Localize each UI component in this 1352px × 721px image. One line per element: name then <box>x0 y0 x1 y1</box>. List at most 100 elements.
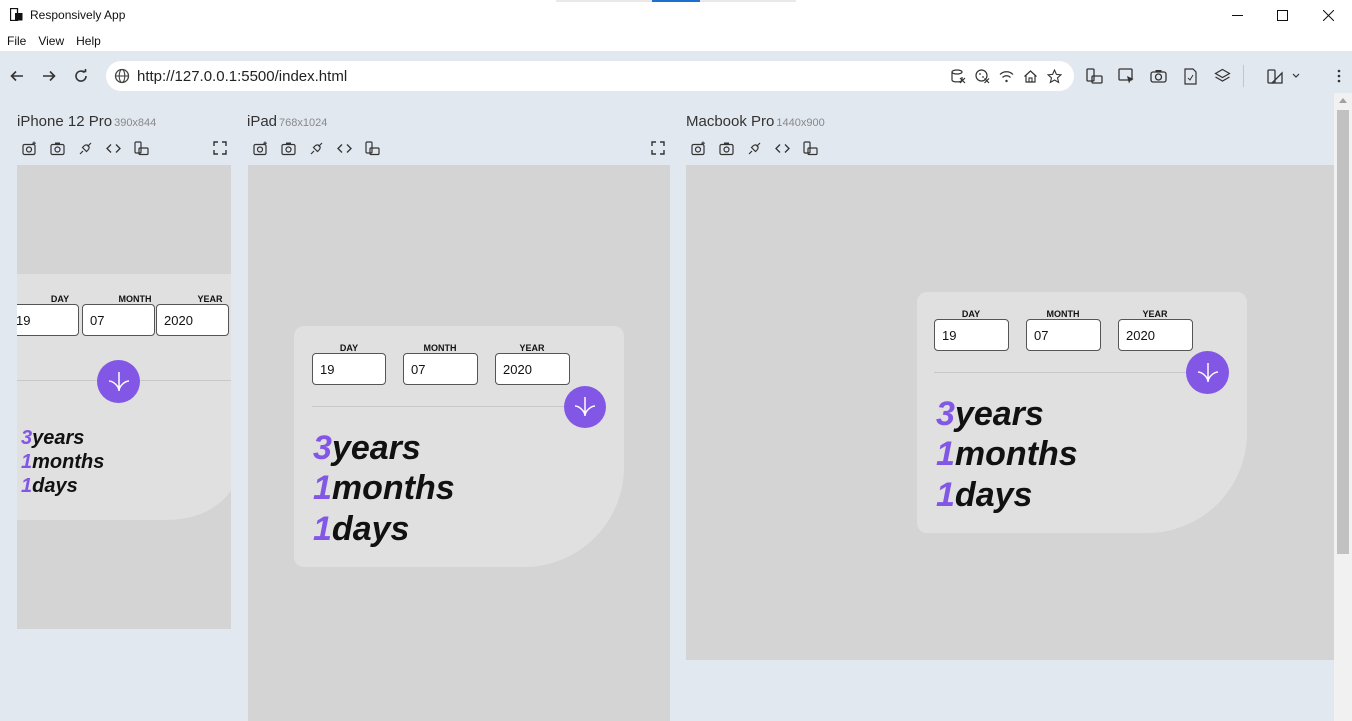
ipad-viewport[interactable]: DAY MONTH YEAR 19 07 2020 3years 1months… <box>248 165 670 721</box>
document-icon <box>1183 67 1197 85</box>
minimize-button[interactable] <box>1214 0 1260 31</box>
macbook-screenshot-button[interactable] <box>690 140 706 156</box>
year-input[interactable]: 2020 <box>495 353 570 385</box>
maximize-button[interactable] <box>1259 0 1305 31</box>
address-bar[interactable]: http://127.0.0.1:5500/index.html <box>106 61 1074 91</box>
device-name: iPad <box>247 113 278 130</box>
days-unit: days <box>32 475 78 497</box>
days-unit: days <box>954 476 1033 514</box>
minimize-icon <box>1231 15 1243 16</box>
layout-menu-button[interactable] <box>1266 67 1302 85</box>
days-value: 1 <box>21 475 33 497</box>
url-text[interactable]: http://127.0.0.1:5500/index.html <box>137 68 347 85</box>
months-value: 1 <box>21 451 33 473</box>
ipad-capture-button[interactable] <box>280 140 296 156</box>
camera-icon <box>718 142 734 155</box>
more-menu-button[interactable] <box>1330 67 1348 85</box>
layers-icon <box>1213 68 1231 82</box>
device-title-iphone: iPhone 12 Pro 390x844 <box>17 113 156 130</box>
divider <box>312 406 572 407</box>
macbook-capture-button[interactable] <box>718 140 734 156</box>
globe-icon <box>114 68 130 84</box>
months-value: 1 <box>936 435 955 473</box>
menu-help[interactable]: Help <box>76 34 101 48</box>
database-clear-icon <box>950 68 965 83</box>
macbook-devtools-button[interactable] <box>774 140 790 156</box>
years-unit: years <box>954 395 1044 433</box>
year-input[interactable]: 2020 <box>1118 319 1193 351</box>
year-label: YEAR <box>197 294 223 304</box>
screenshot-all-button[interactable] <box>1149 67 1167 85</box>
submit-button[interactable] <box>1186 351 1229 394</box>
window-title: Responsively App <box>30 8 126 22</box>
submit-button[interactable] <box>97 360 140 403</box>
close-button[interactable] <box>1305 0 1351 31</box>
arrow-down-icon <box>1197 362 1218 382</box>
ipad-devtools-button[interactable] <box>336 140 352 156</box>
forward-button[interactable] <box>40 67 58 85</box>
year-label: YEAR <box>1142 309 1168 319</box>
submit-button[interactable] <box>564 386 606 428</box>
scroll-up-arrow-icon[interactable] <box>1339 97 1347 103</box>
iphone-fullscreen-button[interactable] <box>212 140 228 156</box>
home-button[interactable] <box>1022 68 1038 84</box>
ipad-throttle-button[interactable] <box>308 140 324 156</box>
macbook-viewport[interactable]: DAY MONTH YEAR 19 07 2020 3years 1months… <box>686 165 1334 660</box>
rotate-device-icon <box>1085 67 1103 84</box>
layers-button[interactable] <box>1213 67 1231 85</box>
inspect-element-button[interactable] <box>1117 67 1135 85</box>
bookmark-button[interactable] <box>1046 68 1062 84</box>
network-button[interactable] <box>998 68 1014 84</box>
device-name: Macbook Pro <box>686 113 775 130</box>
result-months: 1months <box>21 450 104 474</box>
camera-plus-icon <box>252 141 267 155</box>
months-value: 1 <box>313 469 332 507</box>
iphone-throttle-button[interactable] <box>77 140 93 156</box>
year-label: YEAR <box>519 343 545 353</box>
ipad-fullscreen-button[interactable] <box>650 140 666 156</box>
scrollbar-thumb[interactable] <box>1337 110 1349 554</box>
iphone-rotate-button[interactable] <box>133 140 149 156</box>
iphone-screenshot-button[interactable] <box>21 140 37 156</box>
preview-document-button[interactable] <box>1181 67 1199 85</box>
month-input[interactable]: 07 <box>82 304 155 336</box>
camera-icon <box>49 142 65 155</box>
ipad-rotate-button[interactable] <box>364 140 380 156</box>
age-calculator-card: DAY MONTH YEAR 19 07 2020 3years 1months… <box>294 326 624 567</box>
device-name: iPhone 12 Pro <box>17 113 113 130</box>
result-years: 3years <box>936 394 1044 434</box>
code-icon <box>105 143 121 153</box>
years-value: 3 <box>313 429 332 467</box>
years-value: 3 <box>21 427 33 449</box>
iphone-capture-button[interactable] <box>49 140 65 156</box>
result-months: 1months <box>936 434 1078 474</box>
ipad-screenshot-button[interactable] <box>252 140 268 156</box>
iphone-viewport[interactable]: DAY MONTH YEAR 19 07 2020 3years 1months… <box>17 165 231 629</box>
macbook-rotate-button[interactable] <box>802 140 818 156</box>
rotate-devices-button[interactable] <box>1085 67 1103 85</box>
camera-icon <box>1149 69 1167 83</box>
month-input[interactable]: 07 <box>1026 319 1101 351</box>
plug-icon <box>748 142 760 154</box>
day-input[interactable]: 19 <box>17 304 79 336</box>
day-label: DAY <box>961 309 981 319</box>
result-years: 3years <box>313 428 421 468</box>
clear-storage-button[interactable] <box>950 68 966 84</box>
year-input[interactable]: 2020 <box>156 304 229 336</box>
day-input[interactable]: 19 <box>934 319 1009 351</box>
reload-button[interactable] <box>72 67 90 85</box>
iphone-devtools-button[interactable] <box>105 140 121 156</box>
arrow-down-icon <box>108 371 129 391</box>
menu-file[interactable]: File <box>7 34 26 48</box>
menu-view[interactable]: View <box>38 34 64 48</box>
month-input[interactable]: 07 <box>403 353 478 385</box>
result-years: 3years <box>21 426 84 450</box>
days-value: 1 <box>313 510 332 548</box>
clear-cookies-button[interactable] <box>974 68 990 84</box>
back-button[interactable] <box>8 67 26 85</box>
title-bar: Responsively App <box>0 0 1352 31</box>
day-input[interactable]: 19 <box>312 353 386 385</box>
macbook-throttle-button[interactable] <box>746 140 762 156</box>
camera-plus-icon <box>690 141 705 155</box>
days-value: 1 <box>936 476 955 514</box>
